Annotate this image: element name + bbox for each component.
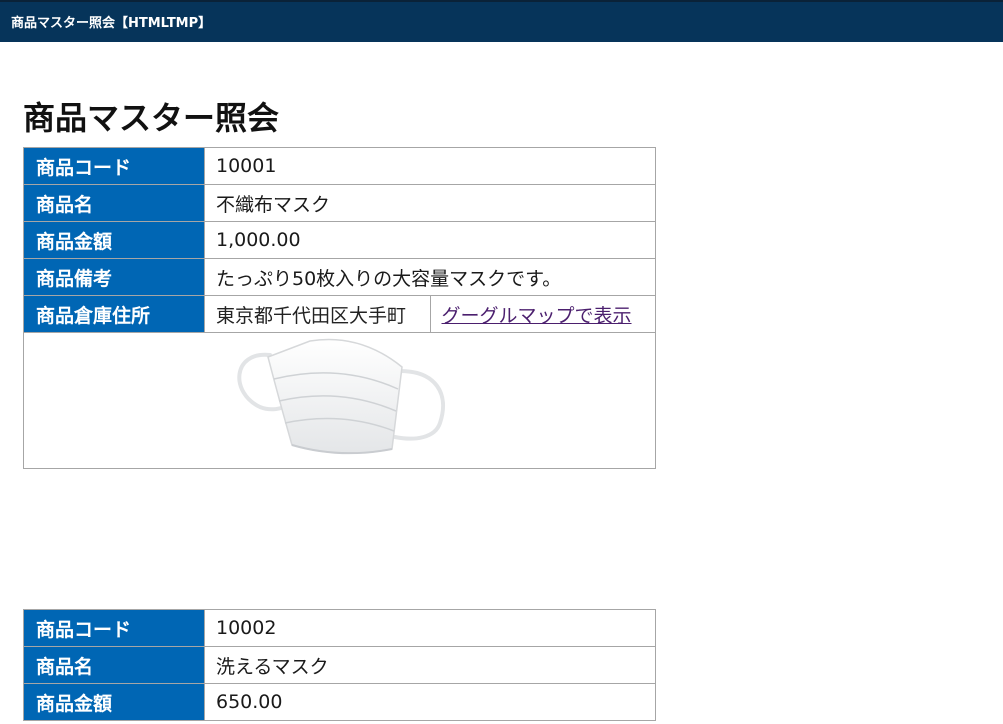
map-link-cell: グーグルマップで表示 bbox=[429, 295, 656, 333]
field-label-code: 商品コード bbox=[23, 609, 205, 647]
table-row: 商品名 洗えるマスク bbox=[23, 646, 656, 684]
field-value-name: 不織布マスク bbox=[204, 184, 656, 222]
table-row bbox=[23, 332, 656, 469]
table-row: 商品金額 650.00 bbox=[23, 683, 656, 721]
product-table: 商品コード 10002 商品名 洗えるマスク 商品金額 650.00 bbox=[23, 609, 656, 721]
field-value-code: 10001 bbox=[204, 147, 656, 185]
field-label-price: 商品金額 bbox=[23, 221, 205, 259]
google-map-link[interactable]: グーグルマップで表示 bbox=[442, 305, 632, 327]
product-card: 商品コード 10002 商品名 洗えるマスク 商品金額 650.00 bbox=[23, 609, 656, 721]
field-value-price: 1,000.00 bbox=[204, 221, 656, 259]
window-titlebar: 商品マスター照会【HTMLTMP】 bbox=[0, 0, 1003, 42]
field-value-warehouse: 東京都千代田区大手町 bbox=[204, 295, 431, 333]
table-row: 商品コード 10001 bbox=[23, 147, 656, 185]
field-label-warehouse: 商品倉庫住所 bbox=[23, 295, 205, 333]
product-card: 商品コード 10001 商品名 不織布マスク 商品金額 1,000.00 商品備… bbox=[23, 147, 656, 469]
table-row: 商品備考 たっぷり50枚入りの大容量マスクです。 bbox=[23, 258, 656, 296]
field-label-price: 商品金額 bbox=[23, 683, 205, 721]
field-value-name: 洗えるマスク bbox=[204, 646, 656, 684]
table-row: 商品倉庫住所 東京都千代田区大手町 グーグルマップで表示 bbox=[23, 295, 656, 333]
table-row: 商品金額 1,000.00 bbox=[23, 221, 656, 259]
table-row: 商品名 不織布マスク bbox=[23, 184, 656, 222]
page-title: 商品マスター照会 bbox=[23, 99, 280, 137]
product-image-cell bbox=[23, 332, 656, 469]
field-label-name: 商品名 bbox=[23, 646, 205, 684]
field-label-name: 商品名 bbox=[23, 184, 205, 222]
field-label-note: 商品備考 bbox=[23, 258, 205, 296]
field-value-code: 10002 bbox=[204, 609, 656, 647]
mask-image bbox=[230, 333, 450, 463]
field-value-price: 650.00 bbox=[204, 683, 656, 721]
product-table: 商品コード 10001 商品名 不織布マスク 商品金額 1,000.00 商品備… bbox=[23, 147, 656, 469]
field-value-note: たっぷり50枚入りの大容量マスクです。 bbox=[204, 258, 656, 296]
field-label-code: 商品コード bbox=[23, 147, 205, 185]
table-row: 商品コード 10002 bbox=[23, 609, 656, 647]
window-title: 商品マスター照会【HTMLTMP】 bbox=[11, 16, 212, 31]
